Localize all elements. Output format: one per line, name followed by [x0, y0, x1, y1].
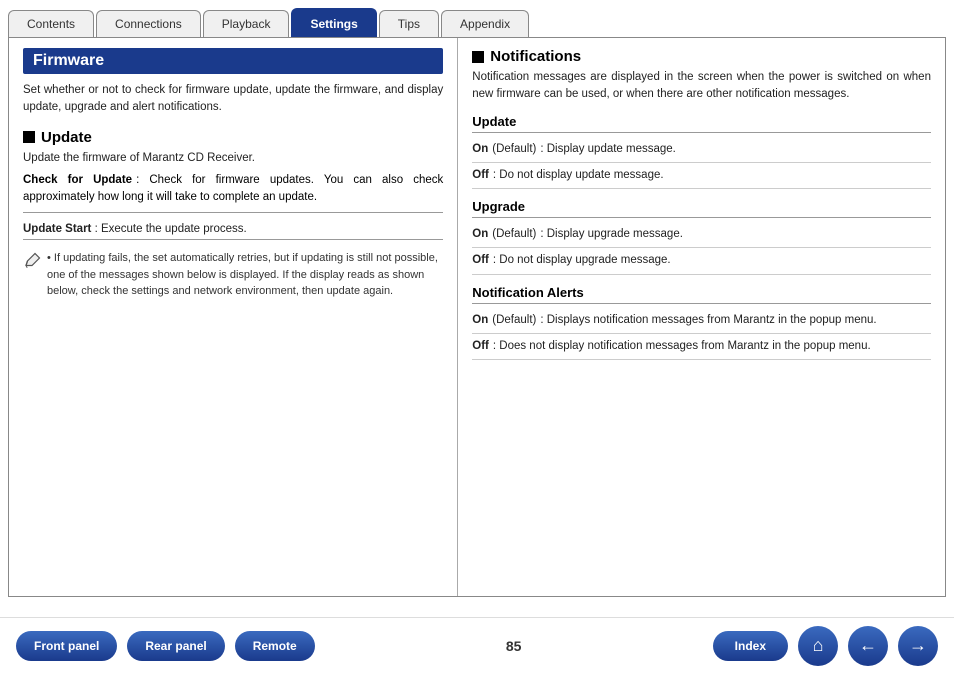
upgrade-off-desc: : Do not display upgrade message.: [493, 252, 671, 269]
upgrade-on-default: (Default): [492, 226, 536, 243]
update-on-row: On (Default) : Display update message.: [472, 137, 931, 163]
notif-off-desc: : Does not display notification messages…: [493, 338, 871, 355]
notif-heading-square: [472, 51, 484, 63]
update-off-row: Off : Do not display update message.: [472, 163, 931, 189]
note-section: • If updating fails, the set automatical…: [23, 250, 443, 300]
check-update-content: Check for Update: Check for firmware upd…: [23, 172, 443, 207]
bottom-nav: Front panel Rear panel Remote 85 Index ⌂…: [0, 617, 954, 673]
pencil-icon: [23, 252, 41, 270]
update-on-desc: : Display update message.: [540, 141, 676, 158]
remote-button[interactable]: Remote: [235, 631, 315, 661]
notifications-heading: Notifications: [472, 48, 931, 65]
notif-on-label: On: [472, 312, 488, 329]
home-icon: ⌂: [813, 635, 824, 656]
rear-panel-button[interactable]: Rear panel: [127, 631, 224, 661]
note-text: • If updating fails, the set automatical…: [47, 250, 443, 300]
update-start-desc: : Execute the update process.: [95, 223, 247, 235]
back-icon: ←: [859, 635, 877, 656]
notif-on-default: (Default): [492, 312, 536, 329]
update-heading: Update: [23, 129, 443, 146]
upgrade-off-row: Off : Do not display upgrade message.: [472, 248, 931, 274]
update-desc: Update the firmware of Marantz CD Receiv…: [23, 152, 443, 164]
back-button[interactable]: ←: [848, 626, 888, 666]
tab-connections[interactable]: Connections: [96, 10, 201, 37]
tab-contents[interactable]: Contents: [8, 10, 94, 37]
update-start-label: Update Start: [23, 223, 91, 235]
page-number: 85: [325, 638, 703, 654]
front-panel-button[interactable]: Front panel: [16, 631, 117, 661]
tab-playback[interactable]: Playback: [203, 10, 290, 37]
upgrade-off-label: Off: [472, 252, 489, 269]
update-on-label: On: [472, 141, 488, 158]
heading-square: [23, 131, 35, 143]
home-button[interactable]: ⌂: [798, 626, 838, 666]
tab-appendix[interactable]: Appendix: [441, 10, 529, 37]
left-panel: Firmware Set whether or not to check for…: [9, 38, 458, 596]
update-heading-text: Update: [41, 129, 92, 146]
forward-icon: →: [909, 635, 927, 656]
update-subsection-heading: Update: [472, 114, 931, 133]
check-update-block: Check for Update: Check for firmware upd…: [23, 172, 443, 214]
notif-on-row: On (Default) : Displays notification mes…: [472, 308, 931, 334]
firmware-title: Firmware: [23, 48, 443, 74]
update-on-default: (Default): [492, 141, 536, 158]
nav-tabs: Contents Connections Playback Settings T…: [0, 0, 954, 37]
tab-settings[interactable]: Settings: [291, 8, 376, 37]
firmware-intro: Set whether or not to check for firmware…: [23, 82, 443, 117]
forward-button[interactable]: →: [898, 626, 938, 666]
upgrade-on-desc: : Display upgrade message.: [540, 226, 683, 243]
notif-off-label: Off: [472, 338, 489, 355]
upgrade-on-label: On: [472, 226, 488, 243]
upgrade-subsection-heading: Upgrade: [472, 199, 931, 218]
right-panel: Notifications Notification messages are …: [458, 38, 945, 596]
update-start-row: Update Start : Execute the update proces…: [23, 219, 443, 240]
check-update-label: Check for Update: [23, 174, 132, 186]
upgrade-on-row: On (Default) : Display upgrade message.: [472, 222, 931, 248]
notif-alerts-subsection-heading: Notification Alerts: [472, 285, 931, 304]
update-off-desc: : Do not display update message.: [493, 167, 664, 184]
notif-off-row: Off : Does not display notification mess…: [472, 334, 931, 360]
index-button[interactable]: Index: [713, 631, 788, 661]
notif-on-desc: : Displays notification messages from Ma…: [540, 312, 876, 329]
tab-tips[interactable]: Tips: [379, 10, 439, 37]
update-off-label: Off: [472, 167, 489, 184]
notifications-intro: Notification messages are displayed in t…: [472, 69, 931, 104]
main-content: Firmware Set whether or not to check for…: [8, 37, 946, 597]
notifications-heading-text: Notifications: [490, 48, 581, 65]
